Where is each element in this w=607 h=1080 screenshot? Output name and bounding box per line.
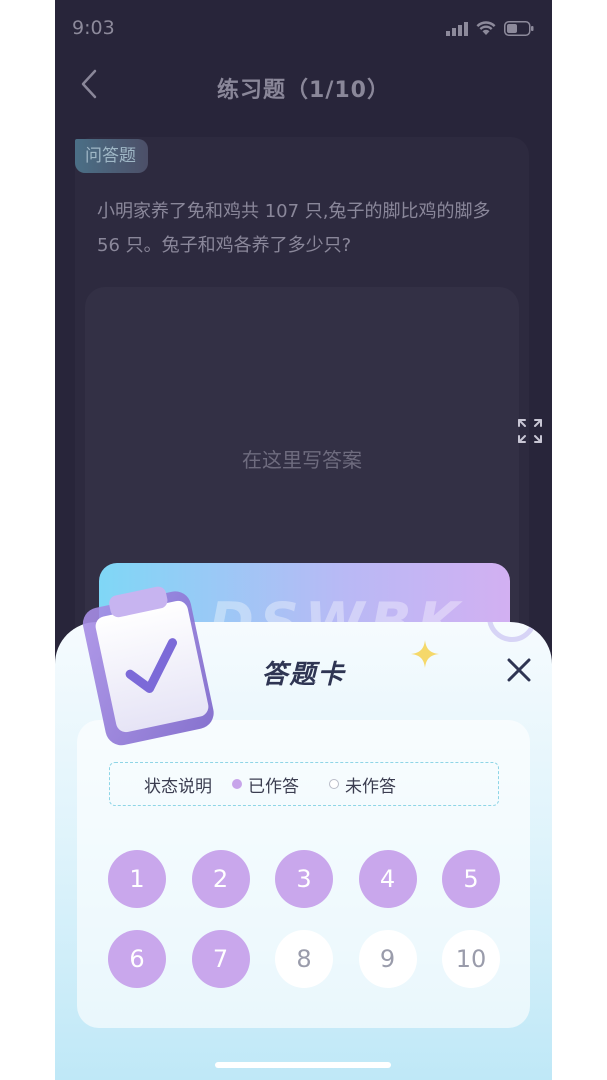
question-number-button[interactable]: 4 bbox=[358, 850, 417, 908]
answer-placeholder: 在这里写答案 bbox=[242, 448, 362, 472]
signal-icon bbox=[446, 21, 468, 36]
status-time: 9:03 bbox=[72, 17, 115, 39]
battery-icon bbox=[504, 21, 534, 36]
status-legend: 状态说明 已作答 未作答 bbox=[109, 762, 499, 806]
home-indicator bbox=[215, 1062, 391, 1068]
nav-bar: 练习题（1/10） bbox=[55, 62, 552, 116]
page-title: 练习题（1/10） bbox=[217, 78, 390, 103]
fullscreen-icon[interactable] bbox=[517, 418, 543, 444]
legend-answered-label: 已作答 bbox=[248, 776, 299, 797]
unanswered-dot-icon bbox=[329, 779, 339, 789]
close-button[interactable] bbox=[503, 654, 535, 686]
question-number-button[interactable]: 8 bbox=[275, 930, 333, 988]
question-number-button[interactable]: 2 bbox=[191, 850, 250, 908]
wifi-icon bbox=[476, 21, 496, 35]
screen: 9:03 练习题（1/10） 问答题 小明家养了免和鸡共 107 只,兔子的脚比… bbox=[0, 0, 607, 1080]
status-icons bbox=[446, 21, 534, 36]
status-bar: 9:03 bbox=[55, 0, 552, 60]
question-number-button[interactable]: 6 bbox=[108, 930, 166, 988]
question-number-button[interactable]: 5 bbox=[442, 850, 500, 908]
question-text: 小明家养了免和鸡共 107 只,兔子的脚比鸡的脚多 56 只。兔子和鸡各养了多少… bbox=[97, 201, 491, 256]
question-number-button[interactable]: 3 bbox=[275, 850, 333, 908]
question-number-button[interactable]: 1 bbox=[108, 850, 166, 908]
question-number-button[interactable]: 9 bbox=[358, 930, 417, 988]
question-number-button[interactable]: 10 bbox=[442, 930, 500, 988]
question-type-badge: 问答题 bbox=[75, 139, 148, 173]
clipboard-check-icon bbox=[82, 586, 214, 746]
answer-sheet-content: 状态说明 已作答 未作答 1 2 3 4 5 6 7 8 9 10 bbox=[77, 720, 530, 1028]
decorative-ring-icon bbox=[487, 622, 537, 642]
legend-label: 状态说明 bbox=[144, 776, 212, 797]
legend-unanswered-label: 未作答 bbox=[345, 776, 396, 797]
question-number-button[interactable]: 7 bbox=[191, 930, 250, 988]
answered-dot-icon bbox=[232, 779, 242, 789]
